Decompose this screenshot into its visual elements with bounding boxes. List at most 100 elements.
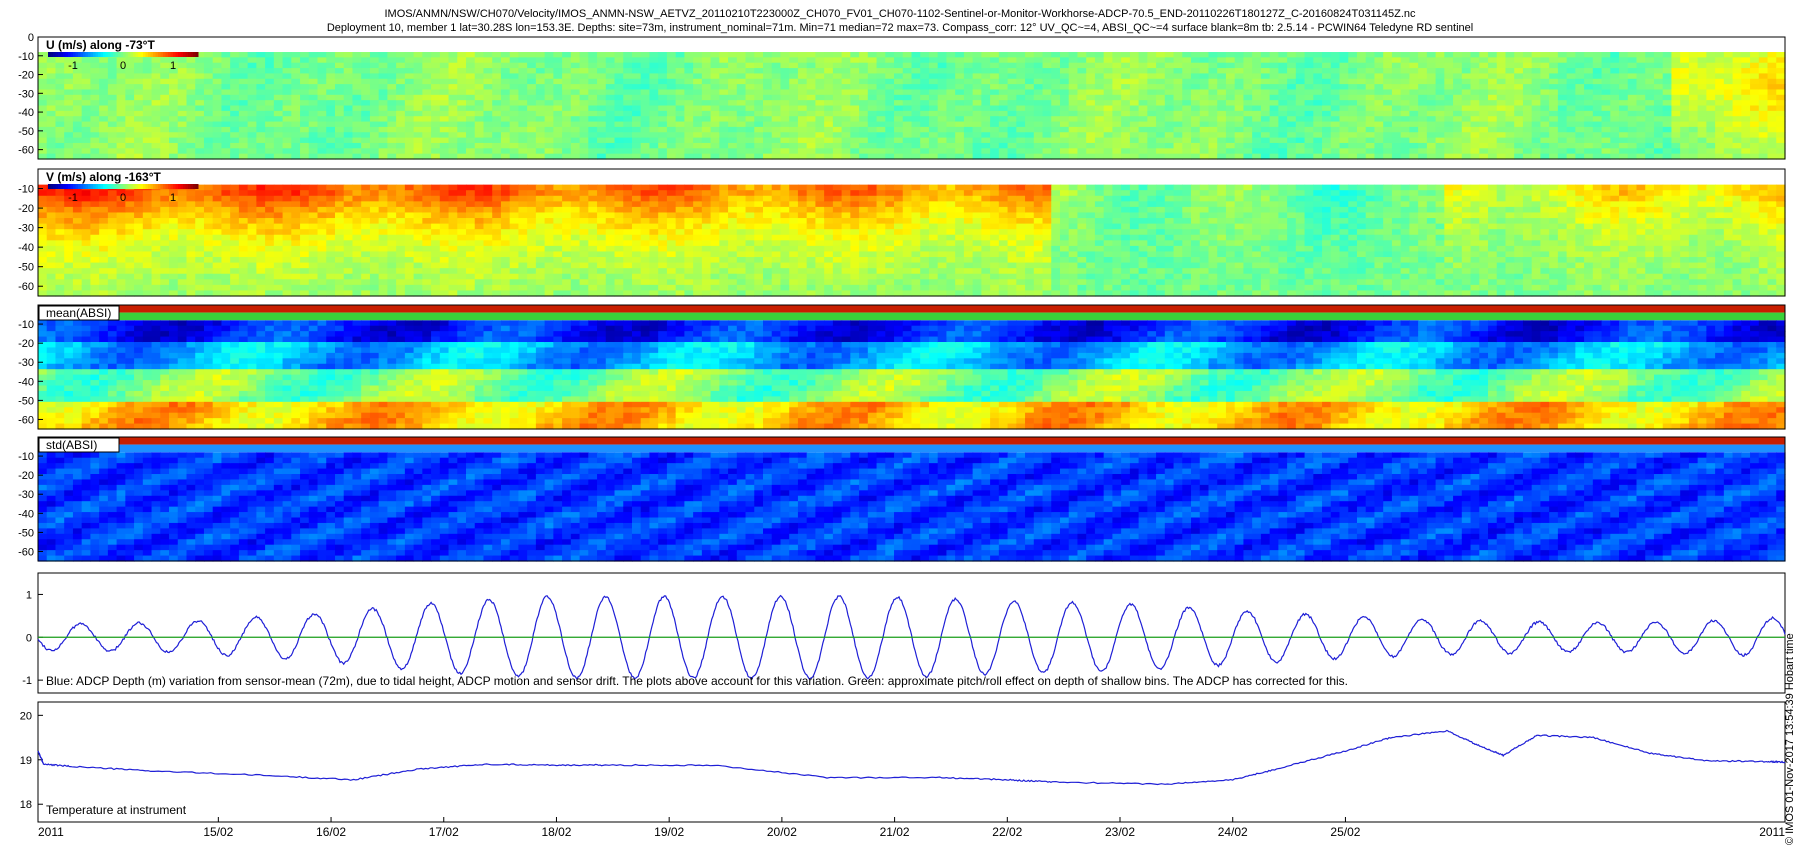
- heat-cell: [1610, 137, 1620, 144]
- heat-cell: [387, 251, 397, 258]
- heat-cell: [806, 116, 817, 123]
- heat-cell: [1217, 57, 1227, 64]
- heat-cell: [1252, 148, 1262, 155]
- heat-cell: [169, 206, 179, 214]
- heat-cell: [142, 73, 153, 80]
- heat-cell: [1592, 68, 1603, 75]
- heat-cell: [1068, 52, 1079, 58]
- heat-cell: [1479, 126, 1489, 133]
- heat-cell: [937, 73, 948, 80]
- heat-cell: [1042, 57, 1052, 64]
- heat-cell: [317, 105, 327, 112]
- heat-cell: [614, 84, 624, 91]
- heat-cell: [998, 148, 1009, 155]
- heat-cell: [230, 245, 240, 253]
- heat-cell: [72, 284, 83, 292]
- heat-cell: [1225, 94, 1236, 101]
- heat-cell: [1356, 94, 1367, 101]
- heat-cell: [160, 137, 170, 144]
- heat-cell: [1094, 116, 1105, 123]
- heat-cell: [990, 126, 1000, 133]
- heat-cell: [850, 110, 860, 117]
- heat-cell: [1322, 137, 1332, 144]
- heat-cell: [806, 126, 817, 133]
- heat-cell: [134, 148, 144, 155]
- heat-cell: [1356, 110, 1367, 117]
- heat-cell: [387, 240, 397, 247]
- heat-cell: [1138, 100, 1148, 107]
- heat-cell: [1365, 94, 1376, 101]
- heat-cell: [195, 284, 205, 292]
- heat-cell: [1636, 89, 1646, 96]
- heat-cell: [125, 279, 135, 286]
- heat-cell: [1269, 68, 1279, 75]
- heat-cell: [431, 240, 441, 247]
- heat-cell: [387, 94, 397, 101]
- heat-cell: [518, 116, 528, 123]
- heat-cell: [1409, 148, 1419, 155]
- heat-cell: [1697, 73, 1707, 80]
- heat-cell: [431, 137, 441, 144]
- heat-cell: [1409, 68, 1419, 75]
- heat-cell: [693, 132, 703, 139]
- heat-cell: [763, 52, 773, 58]
- heat-cell: [273, 52, 284, 58]
- heat-cell: [1732, 84, 1742, 91]
- heat-cell: [963, 105, 974, 112]
- heat-cell: [920, 94, 930, 101]
- heat-cell: [535, 105, 546, 112]
- heat-cell: [186, 110, 196, 117]
- heat-cell: [605, 94, 616, 101]
- heat-cell: [1453, 94, 1463, 101]
- heat-cell: [1575, 137, 1585, 144]
- heat-cell: [1479, 142, 1489, 149]
- heat-cell: [413, 126, 423, 133]
- heat-cell: [544, 68, 554, 75]
- heat-cell: [1732, 94, 1742, 101]
- heat-cell: [1033, 78, 1044, 85]
- heat-cell: [230, 268, 240, 275]
- heat-cell: [1522, 78, 1533, 85]
- heat-cell: [1374, 142, 1384, 149]
- heat-cell: [1348, 110, 1358, 117]
- heat-cell: [1453, 110, 1463, 117]
- heat-cell: [396, 245, 406, 253]
- heat-cell: [230, 240, 240, 247]
- heat-cell: [1112, 89, 1122, 96]
- heat-cell: [1653, 137, 1664, 144]
- heat-cell: [1051, 73, 1061, 80]
- heat-cell: [90, 234, 100, 241]
- heat-cell: [693, 89, 703, 96]
- heat-cell: [1592, 73, 1603, 80]
- heat-cell: [378, 218, 388, 225]
- heat-cell: [265, 57, 275, 64]
- heat-cell: [474, 126, 485, 133]
- heat-cell: [588, 142, 598, 149]
- heat-cell: [177, 132, 188, 139]
- heat-cell: [1208, 73, 1218, 80]
- heat-cell: [1426, 57, 1437, 64]
- heat-cell: [282, 262, 292, 269]
- heat-cell: [1750, 137, 1760, 144]
- heat-cell: [134, 62, 144, 69]
- heat-cell: [815, 100, 825, 107]
- heat-cell: [256, 262, 266, 269]
- heat-cell: [1348, 94, 1358, 101]
- heat-cell: [1086, 62, 1096, 69]
- heat-cell: [422, 57, 432, 64]
- heat-cell: [885, 110, 895, 117]
- heat-cell: [177, 57, 188, 64]
- heat-cell: [291, 218, 301, 225]
- heat-cell: [885, 137, 895, 144]
- heat-cell: [396, 132, 406, 139]
- heat-cell: [797, 57, 808, 64]
- heat-cell: [544, 73, 554, 80]
- heat-cell: [1557, 57, 1568, 64]
- heat-cell: [1732, 126, 1742, 133]
- heat-cell: [1549, 132, 1559, 139]
- heat-cell: [169, 223, 179, 230]
- heat-cell: [963, 116, 974, 123]
- heat-cell: [946, 142, 956, 149]
- heat-cell: [265, 142, 275, 149]
- heat-cell: [1584, 57, 1594, 64]
